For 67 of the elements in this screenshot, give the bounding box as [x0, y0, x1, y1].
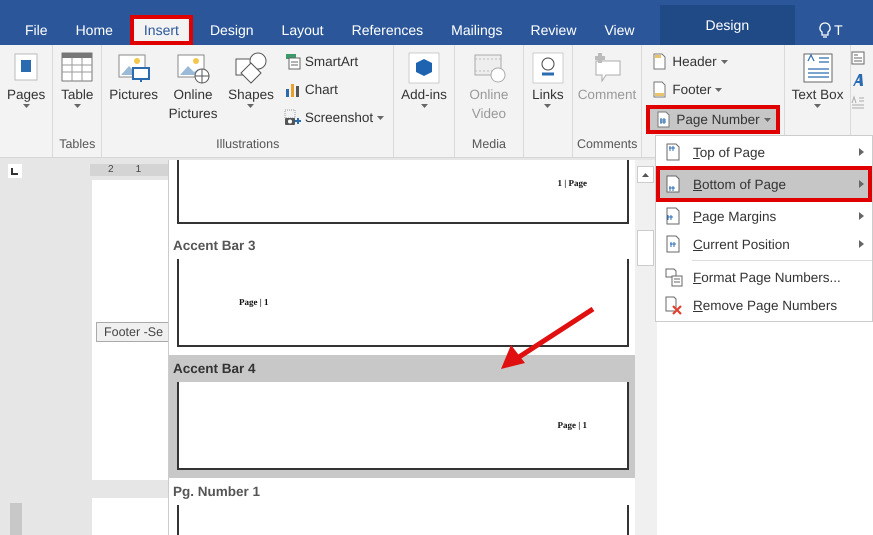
- group-label: Illustrations: [215, 136, 280, 153]
- page-list-icon: [664, 268, 683, 286]
- ruler-number: 1: [136, 164, 142, 176]
- gallery-item[interactable]: Pg. Number 1: [169, 478, 635, 535]
- scroll-up-button[interactable]: [637, 166, 654, 183]
- tab-stop-icon[interactable]: [8, 164, 22, 178]
- ribbon-button[interactable]: Pages: [4, 49, 48, 135]
- gallery-item-title: Pg. Number 1: [172, 483, 262, 501]
- tell-me-text[interactable]: T: [834, 22, 843, 38]
- shapes-icon: [234, 51, 268, 85]
- menu-item[interactable]: Page Margins: [656, 202, 872, 230]
- camera-icon: [284, 109, 301, 126]
- ribbon-button[interactable]: Text Box: [788, 49, 846, 135]
- menu-item[interactable]: Remove Page Numbers: [656, 291, 872, 319]
- gallery-item[interactable]: Accent Bar 3 Page | 1: [169, 232, 635, 355]
- gallery-item[interactable]: Accent Bar 4 Page | 1: [169, 355, 635, 478]
- cube-icon: [407, 51, 442, 85]
- diagram-icon: [284, 53, 301, 70]
- page-number-text: Page | 1: [239, 297, 268, 307]
- up-arrow-icon: [642, 172, 649, 176]
- page-cross-icon: [664, 296, 683, 314]
- ribbon-button[interactable]: Add-ins: [398, 49, 450, 135]
- ribbon-button[interactable]: SmartArt: [278, 49, 390, 74]
- bar-chart-icon: [284, 81, 301, 98]
- ribbon-button[interactable]: Table: [57, 49, 98, 135]
- menu-item[interactable]: Format Page Numbers...: [656, 263, 872, 291]
- scroll-thumb[interactable]: [10, 503, 22, 535]
- group-label: Tables: [58, 136, 96, 153]
- ribbon-tab[interactable]: File: [14, 15, 59, 45]
- ribbon-button[interactable]: Shapes: [225, 49, 277, 135]
- lightbulb-icon[interactable]: [819, 22, 832, 38]
- text-box-icon: [800, 51, 835, 85]
- menu-item[interactable]: Current Position: [656, 230, 872, 258]
- gallery-item-title: Accent Bar 4: [172, 360, 257, 378]
- ribbon-tab[interactable]: Home: [64, 15, 124, 45]
- document-hash-icon: [655, 111, 672, 128]
- ruler-number: 2: [108, 164, 114, 176]
- ribbon-button[interactable]: Pictures: [106, 49, 162, 135]
- ribbon-tab[interactable]: Insert: [130, 15, 193, 45]
- gallery-item[interactable]: 1 | Page: [169, 160, 635, 232]
- gallery-item-title: Accent Bar 3: [172, 237, 257, 255]
- document-icon: [651, 53, 668, 70]
- page-number-text: 1 | Page: [558, 178, 587, 188]
- ribbon-button[interactable]: Chart: [278, 77, 390, 102]
- group-label: Comments: [576, 136, 638, 153]
- group-label: Media: [470, 136, 507, 153]
- drop-cap-icon: [851, 95, 866, 109]
- ribbon-tab[interactable]: Design: [198, 15, 265, 45]
- ribbon-button[interactable]: Links: [528, 49, 568, 135]
- menu-item[interactable]: Bottom of Page: [656, 166, 872, 202]
- ribbon-tab[interactable]: References: [340, 15, 434, 45]
- ribbon-tab[interactable]: Mailings: [440, 15, 514, 45]
- ribbon-button[interactable]: Header: [646, 49, 780, 74]
- wordart-icon: [851, 73, 866, 87]
- ribbon-tab[interactable]: View: [593, 15, 646, 45]
- ribbon-tab[interactable]: Layout: [270, 15, 335, 45]
- quick-parts-icon: [851, 51, 866, 65]
- ribbon-button[interactable]: Footer: [646, 77, 780, 102]
- menu-item[interactable]: Top of Page: [656, 138, 872, 166]
- ribbon-button[interactable]: Online Pictures: [163, 49, 224, 135]
- scroll-thumb[interactable]: [637, 230, 654, 266]
- ribbon-button[interactable]: Page Number: [646, 105, 780, 134]
- ribbon-tab[interactable]: Design: [660, 5, 796, 45]
- document-icon: [651, 81, 668, 98]
- page-number-text: Page | 1: [558, 420, 587, 430]
- ribbon-tab[interactable]: Review: [520, 15, 588, 45]
- ribbon-button[interactable]: Screenshot: [278, 105, 390, 130]
